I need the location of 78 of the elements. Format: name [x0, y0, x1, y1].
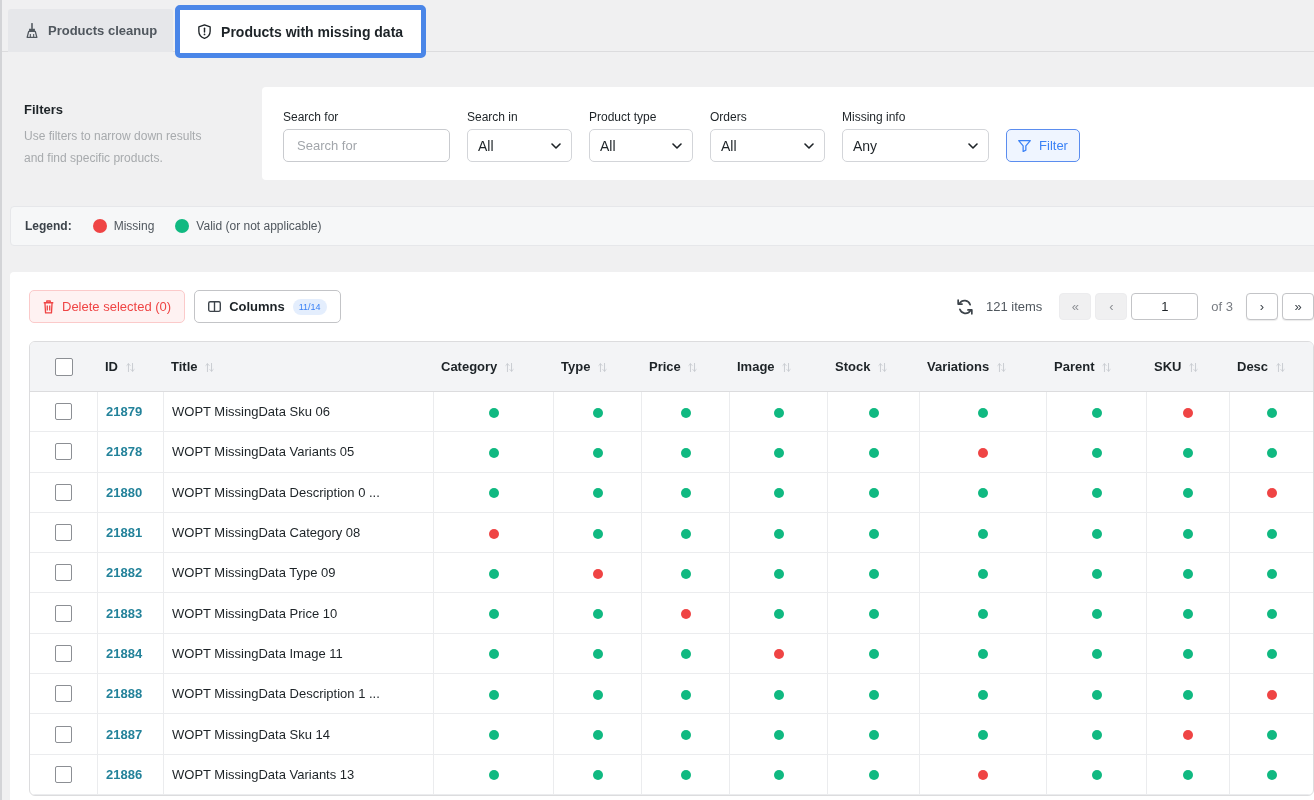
- broom-icon: [26, 23, 38, 38]
- legend-label: Legend:: [25, 219, 72, 233]
- page-total: of 3: [1211, 299, 1233, 314]
- column-header: Variations: [927, 359, 990, 375]
- search-field[interactable]: Search for: [283, 129, 450, 162]
- row-checkbox[interactable]: [55, 644, 72, 662]
- row-checkbox[interactable]: [55, 564, 72, 582]
- row-checkbox[interactable]: [55, 604, 72, 622]
- row-checkbox[interactable]: [55, 524, 72, 542]
- column-header: Parent: [1054, 359, 1095, 375]
- trash-icon: [43, 299, 54, 314]
- column-header: Desc: [1237, 359, 1269, 375]
- columns-button[interactable]: Columns 11/14: [194, 290, 341, 323]
- table-cell: WOPT MissingData Image 11: [163, 633, 433, 675]
- filters-description: Use filters to narrow down results and find specific products.: [24, 128, 203, 167]
- dropdown[interactable]: All: [467, 129, 572, 162]
- field-label: Product type: [589, 109, 657, 125]
- field-label: Orders: [710, 109, 747, 125]
- item-count: 121 items: [985, 299, 1043, 314]
- delete-selected-button[interactable]: Delete selected (0): [29, 290, 186, 323]
- legend-text: Valid (or not applicable): [196, 219, 322, 233]
- table-cell: WOPT MissingData Description 1 ...: [163, 674, 433, 715]
- column-header: Category: [441, 359, 498, 375]
- row-checkbox[interactable]: [55, 403, 72, 421]
- field-label: Search in: [467, 109, 518, 125]
- column-count-badge: 11/14: [292, 298, 327, 315]
- filter-button[interactable]: Filter: [1006, 129, 1080, 162]
- chevron-down-icon: [804, 142, 814, 149]
- filter-icon: [1018, 139, 1032, 152]
- product-id-link[interactable]: 21878: [106, 444, 143, 460]
- legend-text: Missing: [113, 219, 155, 233]
- last-page-button[interactable]: »: [1282, 293, 1314, 320]
- product-id-link[interactable]: 21881: [106, 525, 143, 541]
- field-label: Missing info: [842, 109, 906, 125]
- product-id-link[interactable]: 21882: [106, 565, 143, 581]
- table-cell: WOPT MissingData Description 0 ...: [163, 472, 433, 513]
- table-cell: WOPT MissingData Variants 05: [163, 432, 433, 473]
- column-header: Stock: [835, 359, 871, 375]
- product-id-link[interactable]: 21888: [106, 686, 143, 702]
- row-checkbox[interactable]: [55, 443, 72, 461]
- product-id-link[interactable]: 21879: [106, 404, 143, 420]
- chevron-down-icon: [551, 142, 561, 149]
- row-checkbox[interactable]: [55, 685, 72, 703]
- shield-exclamation-icon: [198, 24, 212, 39]
- table-cell: WOPT MissingData Variants 13: [163, 754, 433, 795]
- column-header: Image: [737, 359, 775, 375]
- row-checkbox[interactable]: [55, 725, 72, 743]
- tab[interactable]: Products cleanup: [8, 9, 174, 52]
- chevron-down-icon: [968, 142, 978, 149]
- chevron-down-icon: [672, 142, 682, 149]
- table-cell: WOPT MissingData Price 10: [163, 593, 433, 634]
- product-id-link[interactable]: 21884: [106, 645, 143, 661]
- row-checkbox[interactable]: [55, 483, 72, 501]
- column-header: Title: [171, 359, 198, 375]
- tab[interactable]: Products with missing data: [175, 5, 427, 58]
- field-label: Search for: [283, 109, 339, 125]
- column-header: Type: [561, 359, 591, 375]
- column-header: Price: [649, 359, 681, 375]
- filters-title: Filters: [24, 101, 64, 119]
- dropdown[interactable]: All: [710, 129, 825, 162]
- table-cell: WOPT MissingData Category 08: [163, 512, 433, 554]
- table-cell: WOPT MissingData Sku 14: [163, 714, 433, 755]
- next-page-button[interactable]: ›: [1246, 293, 1278, 320]
- product-id-link[interactable]: 21883: [106, 605, 143, 621]
- column-header: ID: [105, 359, 118, 375]
- product-id-link[interactable]: 21886: [106, 766, 143, 782]
- column-header: SKU: [1154, 359, 1182, 375]
- table-cell: WOPT MissingData Sku 06: [163, 392, 433, 433]
- product-id-link[interactable]: 21887: [106, 726, 143, 742]
- table-cell: WOPT MissingData Type 09: [163, 553, 433, 594]
- columns-icon: [208, 301, 222, 312]
- page-number-field[interactable]: 1: [1131, 293, 1199, 320]
- select-all-checkbox[interactable]: [54, 357, 73, 376]
- row-checkbox[interactable]: [55, 765, 72, 783]
- product-id-link[interactable]: 21880: [106, 484, 143, 500]
- refresh-icon[interactable]: [956, 298, 973, 315]
- dropdown[interactable]: Any: [842, 129, 989, 162]
- dropdown[interactable]: All: [589, 129, 693, 162]
